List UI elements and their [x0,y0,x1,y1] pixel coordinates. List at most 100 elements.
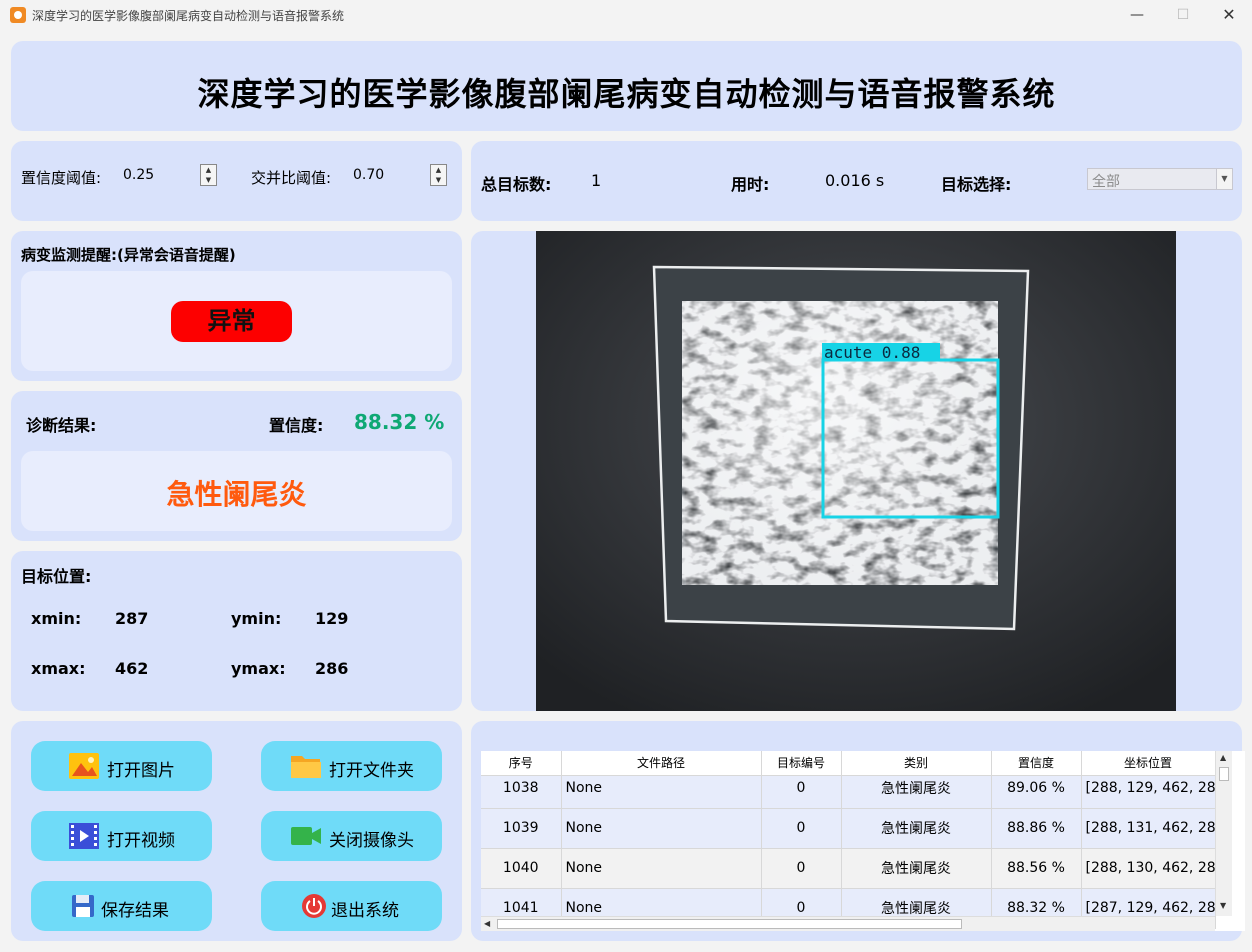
power-icon [302,894,326,918]
open-folder-label: 打开文件夹 [329,761,414,781]
open-image-label: 打开图片 [107,761,175,781]
xmin-value: 287 [115,609,149,628]
scroll-thumb[interactable] [497,919,962,929]
chevron-down-icon[interactable]: ▼ [1216,169,1232,189]
open-video-button[interactable]: 打开视频 [31,811,212,861]
ymin-label: ymin: [231,609,282,628]
confidence-value: 88.32 % [354,410,445,434]
detection-label: acute 0.88 [824,343,920,362]
time-label: 用时: [731,175,770,194]
table-cell: None [561,808,762,849]
results-table-body: 1038 None 0 急性阑尾炎 89.06 % [288, 129, 462… [481,768,1216,929]
table-cell: 0 [761,808,842,849]
table-cell: [288, 131, 462, 286] [1081,808,1216,849]
camera-icon [291,827,321,845]
xmax-label: xmax: [31,659,86,678]
open-image-button[interactable]: 打开图片 [31,741,212,791]
diagnosis-result: 急性阑尾炎 [166,478,307,511]
ymax-value: 286 [315,659,349,678]
diagnosis-panel: 诊断结果: 置信度: 88.32 % 急性阑尾炎 [11,391,462,541]
monitor-status-box: 异常 [21,271,452,371]
table-cell: [288, 130, 462, 288] [1081,848,1216,889]
monitor-panel: 病变监测提醒:(异常会语音提醒) 异常 [11,231,462,381]
scroll-thumb[interactable] [1219,767,1229,781]
results-table[interactable]: 1038 None 0 急性阑尾炎 89.06 % [288, 129, 462… [481,751,1245,931]
image-panel: acute 0.88 [471,231,1242,711]
stats-panel: 总目标数: 1 用时: 0.016 s 目标选择: 全部 ▼ [471,141,1242,221]
open-folder-button[interactable]: 打开文件夹 [261,741,442,791]
open-video-label: 打开视频 [107,831,175,851]
table-cell: 急性阑尾炎 [841,848,992,889]
app-logo-icon [10,7,26,23]
xmax-value: 462 [115,659,149,678]
detection-image: acute 0.88 [536,231,1176,711]
page-title: 深度学习的医学影像腹部阑尾病变自动检测与语音报警系统 [197,75,1056,113]
close-camera-label: 关闭摄像头 [329,831,414,851]
window-title-bar: 深度学习的医学影像腹部阑尾病变自动检测与语音报警系统 — ☐ ✕ [0,0,1252,30]
confidence-label: 置信度: [269,416,324,435]
target-select-label: 目标选择: [941,175,1012,194]
controls-panel: 打开图片 打开文件夹 打开视频 关闭摄像头 保存结果 退出系统 [11,721,462,941]
save-icon [72,895,94,917]
scroll-down-icon[interactable]: ▼ [1220,901,1226,910]
table-cell: 1040 [481,848,562,889]
table-row[interactable]: 1040 None 0 急性阑尾炎 88.56 % [288, 130, 462… [481,848,1216,889]
confidence-threshold-label: 置信度阈值: [21,169,102,187]
spin-arrows-icon[interactable]: ▲ ▼ [430,164,447,186]
table-header: 序号 文件路径 目标编号 类别 置信度 坐标位置 [481,751,1216,776]
iou-threshold-spinbox[interactable]: 0.70 ▲ ▼ [351,164,447,186]
monitor-title: 病变监测提醒:(异常会语音提醒) [21,246,236,264]
table-cell: 88.86 % [991,808,1082,849]
target-select-value: 全部 [1092,174,1120,190]
status-badge: 异常 [171,301,292,342]
results-table-panel: 1038 None 0 急性阑尾炎 89.06 % [288, 129, 462… [471,721,1245,941]
position-title: 目标位置: [21,567,92,586]
iou-threshold-label: 交并比阈值: [251,169,332,187]
scroll-left-icon[interactable]: ◀ [484,919,490,928]
folder-icon [291,756,321,778]
horizontal-scrollbar[interactable]: ◀ [481,916,1215,931]
ymax-label: ymax: [231,659,286,678]
table-cell: None [561,848,762,889]
table-cell: 0 [761,848,842,889]
save-results-label: 保存结果 [101,901,169,921]
target-select-dropdown[interactable]: 全部 ▼ [1087,168,1233,190]
close-camera-button[interactable]: 关闭摄像头 [261,811,442,861]
table-cell: 急性阑尾炎 [841,808,992,849]
confidence-threshold-value: 0.25 [123,167,155,183]
column-header-confidence[interactable]: 置信度 [991,751,1082,776]
total-targets-value: 1 [591,171,602,190]
maximize-button[interactable]: ☐ [1160,0,1206,30]
threshold-panel: 置信度阈值: 0.25 ▲ ▼ 交并比阈值: 0.70 ▲ ▼ [11,141,462,221]
diagnosis-result-box: 急性阑尾炎 [21,451,452,531]
spin-arrows-icon[interactable]: ▲ ▼ [200,164,217,186]
column-header-coords[interactable]: 坐标位置 [1081,751,1216,776]
exit-system-button[interactable]: 退出系统 [261,881,442,931]
diagnosis-label: 诊断结果: [26,416,97,435]
minimize-button[interactable]: — [1114,0,1160,30]
time-value: 0.016 s [825,171,885,190]
column-header-target-id[interactable]: 目标编号 [761,751,842,776]
header-panel: 深度学习的医学影像腹部阑尾病变自动检测与语音报警系统 [11,41,1242,131]
iou-threshold-value: 0.70 [353,167,385,183]
position-panel: 目标位置: xmin: 287 ymin: 129 xmax: 462 ymax… [11,551,462,711]
table-row[interactable]: 1039 None 0 急性阑尾炎 88.86 % [288, 131, 462… [481,808,1216,849]
xmin-label: xmin: [31,609,82,628]
column-header-index[interactable]: 序号 [481,751,562,776]
close-button[interactable]: ✕ [1206,0,1252,30]
table-cell: 1039 [481,808,562,849]
table-cell: 88.56 % [991,848,1082,889]
vertical-scrollbar[interactable]: ▲ ▼ [1215,751,1232,916]
video-icon [69,823,99,849]
total-targets-label: 总目标数: [481,175,552,194]
confidence-threshold-spinbox[interactable]: 0.25 ▲ ▼ [121,164,217,186]
save-results-button[interactable]: 保存结果 [31,881,212,931]
ymin-value: 129 [315,609,349,628]
scroll-up-icon[interactable]: ▲ [1220,753,1226,762]
image-icon [69,753,99,779]
exit-system-label: 退出系统 [331,901,399,921]
column-header-class[interactable]: 类别 [841,751,992,776]
ultrasound-scan-image: acute 0.88 [536,231,1176,711]
window-title: 深度学习的医学影像腹部阑尾病变自动检测与语音报警系统 [32,9,345,23]
column-header-path[interactable]: 文件路径 [561,751,762,776]
